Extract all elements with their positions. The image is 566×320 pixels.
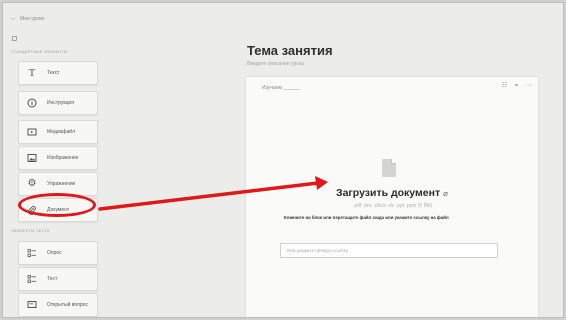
upload-document-button[interactable]: Загрузить документ ⌀ [336, 187, 448, 199]
document-block[interactable]: Изучаем ______ ☷ ⚭ ⋯ Загрузить документ … [245, 76, 539, 317]
block-header-text[interactable]: Изучаем ______ [262, 85, 300, 91]
sidebar-item-label: Опрос [47, 249, 62, 256]
paperclip-icon: ⌀ [443, 188, 448, 198]
media-icon [27, 127, 37, 137]
gear-icon: ⚙ [27, 178, 37, 189]
sidebar-item-label: Упражнение [47, 180, 76, 187]
sidebar-item-open-question[interactable]: Открытый вопрос [18, 293, 98, 317]
block-toolbar: ☷ ⚭ ⋯ [502, 82, 532, 89]
image-icon [27, 153, 37, 163]
text-icon: T [28, 66, 36, 79]
sidebar-item-label: Открытый вопрос [47, 301, 88, 308]
sidebar-item-label: Изображение [47, 154, 79, 161]
sidebar-item-label: Текст [47, 69, 60, 76]
sidebar-item-image[interactable]: Изображение [18, 146, 98, 170]
sidebar-item-poll[interactable]: Опрос [18, 241, 98, 265]
list-icon [27, 274, 37, 284]
sidebar-item-label: Инструкция [47, 99, 74, 106]
sidebar-item-label: Тест [47, 275, 58, 282]
settings-icon[interactable]: ☷ [502, 82, 507, 89]
sidebar-item-instruction[interactable]: Инструкция [18, 91, 98, 115]
link-icon[interactable]: ⚭ [514, 82, 519, 89]
standard-elements-heading: СТАНДАРТНЫЕ ЭЛЕМЕНТЫ [11, 50, 68, 54]
more-icon[interactable]: ⋯ [526, 82, 532, 89]
url-input[interactable] [280, 243, 498, 258]
upload-title-text: Загрузить документ [336, 187, 441, 199]
list-icon [27, 248, 37, 258]
comment-icon [27, 300, 37, 310]
sidebar-item-text[interactable]: T Текст [18, 61, 98, 85]
highlight-ellipse [18, 193, 96, 217]
editor-main: Тема занятия Введите описание урока Изуч… [235, 3, 563, 317]
home-icon[interactable] [12, 36, 17, 41]
app-window: ← Мои уроки СТАНДАРТНЫЕ ЭЛЕМЕНТЫ T Текст… [2, 2, 564, 318]
sidebar-item-test[interactable]: Тест [18, 267, 98, 291]
back-link-label: Мои уроки [20, 15, 45, 22]
upload-formats: .pdf .doc .docx .xls .ppt .pptx (5 Mb) [353, 203, 433, 209]
document-icon [382, 159, 396, 177]
back-link[interactable]: ← Мои уроки [10, 15, 44, 22]
page-subtitle[interactable]: Введите описание урока [247, 61, 304, 67]
sidebar-item-label: Медиафайл [47, 128, 75, 135]
page-title[interactable]: Тема занятия [247, 43, 333, 58]
sidebar-item-media[interactable]: Медиафайл [18, 120, 98, 144]
upload-hint: Кликните на блок или перетащите файл сюд… [284, 215, 449, 220]
arrow-left-icon: ← [10, 15, 17, 22]
sidebar: ← Мои уроки СТАНДАРТНЫЕ ЭЛЕМЕНТЫ T Текст… [3, 3, 101, 317]
info-icon [27, 98, 37, 108]
test-elements-heading: ЭЛЕМЕНТЫ ТЕСТА [11, 229, 50, 233]
